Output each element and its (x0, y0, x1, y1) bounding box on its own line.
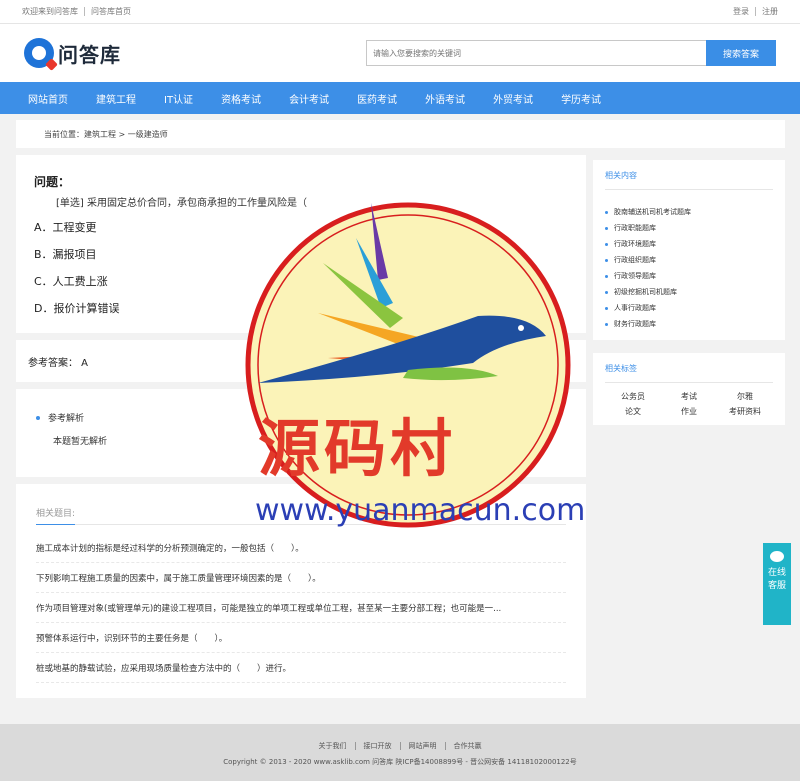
nav-item-language[interactable]: 外语考试 (425, 91, 465, 106)
search-button[interactable]: 搜索答案 (706, 40, 776, 66)
bullet-icon (605, 290, 608, 294)
login-link[interactable]: 登录 (733, 7, 749, 16)
related-content-link[interactable]: 财务行政题库 (605, 316, 773, 332)
nav-item-construction[interactable]: 建筑工程 (96, 91, 136, 106)
chat-bubble-icon (770, 551, 784, 562)
logo-text: 问答库 (58, 42, 121, 67)
related-content-heading: 相关内容 (605, 170, 773, 190)
related-question-link[interactable]: 作为项目管理对象(或管理单元)的建设工程项目，可能是独立的单项工程或单位工程，甚… (36, 593, 566, 623)
tag-link[interactable]: 尔雅 (717, 391, 773, 402)
nav-item-home[interactable]: 网站首页 (28, 91, 68, 106)
related-content-link[interactable]: 人事行政题库 (605, 300, 773, 316)
chat-label-line1: 在线 (767, 568, 786, 578)
question-title: 问题： (34, 175, 71, 189)
search-input[interactable] (366, 40, 706, 66)
related-question-link[interactable]: 施工成本计划的指标是经过科学的分析预测确定的，一般包括（ ）。 (36, 533, 566, 563)
nav-item-qualification[interactable]: 资格考试 (221, 91, 261, 106)
copyright-text: Copyright © 2013 - 2020 www.asklib.com 问… (223, 758, 577, 766)
tag-link[interactable]: 考试 (661, 391, 717, 402)
related-question-link[interactable]: 桩或地基的静载试验，应采用现场质量检查方法中的（ ）进行。 (36, 653, 566, 683)
related-content-link[interactable]: 胶南辅送机司机考试题库 (605, 204, 773, 220)
nav-item-trade[interactable]: 外贸考试 (493, 91, 533, 106)
nav-item-degree[interactable]: 学历考试 (561, 91, 601, 106)
bullet-icon (605, 322, 608, 326)
online-service-button[interactable]: 在线 客服 (763, 543, 791, 625)
bullet-icon (605, 274, 608, 278)
bullet-icon (605, 306, 608, 310)
divider (755, 7, 756, 16)
nav-item-it-cert[interactable]: IT认证 (164, 91, 193, 106)
bullet-icon (605, 258, 608, 262)
nav-item-accounting[interactable]: 会计考试 (289, 91, 329, 106)
bullet-icon (36, 415, 40, 420)
breadcrumb: 当前位置：建筑工程 > 一级建造师 (16, 120, 785, 148)
bullet-icon (605, 210, 608, 214)
welcome-text: 欢迎来到问答库 (22, 7, 78, 16)
bullet-icon (605, 226, 608, 230)
watermark-url: www.yuanmacun.com (255, 493, 586, 528)
tag-grid: 公务员 考试 尔雅 论文 作业 考研资料 (605, 391, 773, 417)
home-link[interactable]: 问答库首页 (91, 7, 131, 16)
related-content-panel: 相关内容 胶南辅送机司机考试题库 行政职能题库 行政环境题库 行政组织题库 行政… (593, 160, 785, 340)
main-nav: 网站首页 建筑工程 IT认证 资格考试 会计考试 医药考试 外语考试 外贸考试 … (0, 82, 800, 114)
tag-link[interactable]: 考研资料 (717, 406, 773, 417)
related-tags-heading: 相关标签 (605, 363, 773, 383)
footer-link-about[interactable]: 关于我们 (319, 742, 347, 750)
chat-label-line2: 客服 (767, 581, 786, 591)
nav-item-medical[interactable]: 医药考试 (357, 91, 397, 106)
logo-q-icon (24, 38, 58, 71)
top-bar-left: 欢迎来到问答库 问答库首页 (22, 6, 131, 17)
top-bar: 欢迎来到问答库 问答库首页 登录 注册 (0, 0, 800, 24)
related-content-link[interactable]: 初级挖掘机司机题库 (605, 284, 773, 300)
bullet-icon (605, 242, 608, 246)
answer-text: 参考答案： A (28, 357, 89, 369)
footer: 关于我们 接口开放 网站声明 合作共赢 Copyright © 2013 - 2020… (0, 724, 800, 781)
search-box: 搜索答案 (366, 40, 776, 66)
top-bar-right: 登录 注册 (733, 6, 778, 17)
related-content-link[interactable]: 行政职能题库 (605, 220, 773, 236)
tag-link[interactable]: 论文 (605, 406, 661, 417)
header: 问答库 搜索答案 (0, 24, 800, 82)
register-link[interactable]: 注册 (762, 7, 778, 16)
related-question-link[interactable]: 预警体系运行中，识别环节的主要任务是（ ）。 (36, 623, 566, 653)
footer-links: 关于我们 接口开放 网站声明 合作共赢 (0, 741, 800, 751)
divider (84, 7, 85, 16)
tag-link[interactable]: 公务员 (605, 391, 661, 402)
footer-link-api[interactable]: 接口开放 (364, 742, 392, 750)
related-content-link[interactable]: 行政领导题库 (605, 268, 773, 284)
logo[interactable]: 问答库 (24, 38, 121, 71)
tag-link[interactable]: 作业 (661, 406, 717, 417)
related-content-list: 胶南辅送机司机考试题库 行政职能题库 行政环境题库 行政组织题库 行政领导题库 … (605, 204, 773, 332)
footer-link-cooperation[interactable]: 合作共赢 (454, 742, 482, 750)
related-content-link[interactable]: 行政环境题库 (605, 236, 773, 252)
related-content-link[interactable]: 行政组织题库 (605, 252, 773, 268)
related-list: 施工成本计划的指标是经过科学的分析预测确定的，一般包括（ ）。 下列影响工程施工… (36, 533, 566, 683)
watermark-brand: 源码村 (258, 412, 457, 485)
footer-link-statement[interactable]: 网站声明 (409, 742, 437, 750)
related-question-link[interactable]: 下列影响工程施工质量的因素中，属于施工质量管理环境因素的是（ ）。 (36, 563, 566, 593)
related-tags-panel: 相关标签 公务员 考试 尔雅 论文 作业 考研资料 (593, 353, 785, 425)
